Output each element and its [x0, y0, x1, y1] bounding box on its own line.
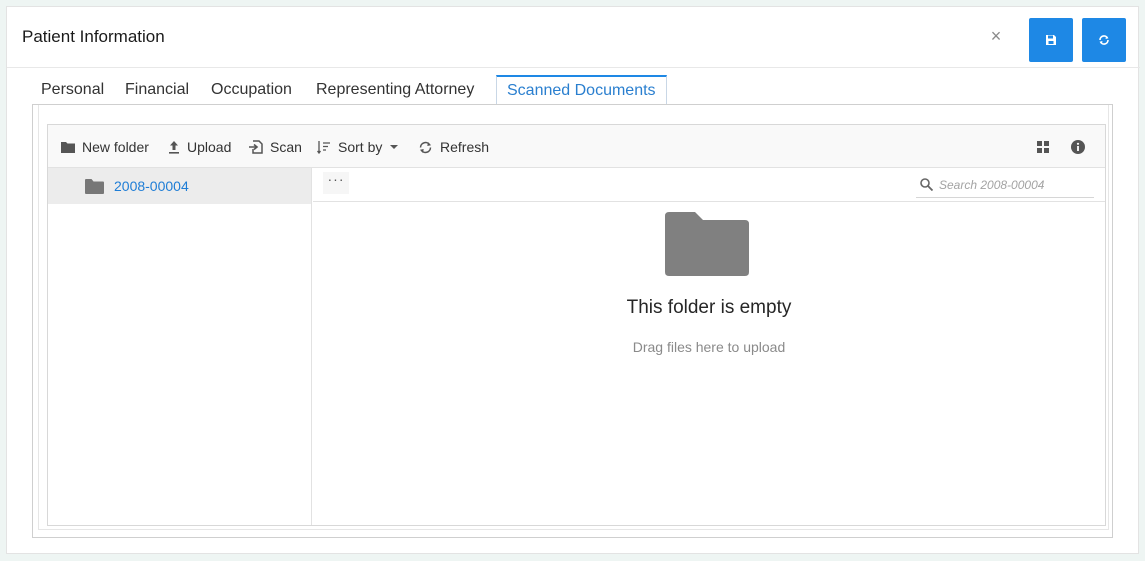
tab-scanned-documents[interactable]: Scanned Documents	[496, 75, 667, 105]
navigation-pane: 2008-00004	[48, 168, 312, 525]
upload-label: Upload	[187, 139, 232, 155]
search-input[interactable]	[939, 177, 1089, 192]
refresh-button[interactable]: Refresh	[418, 137, 489, 157]
search-box[interactable]	[916, 172, 1094, 198]
dialog-header: Patient Information ×	[7, 7, 1140, 68]
close-icon[interactable]: ×	[987, 27, 1005, 45]
view-toggle-button[interactable]	[1033, 137, 1053, 157]
breadcrumb-bar: ···	[313, 168, 1105, 202]
tab-occupation[interactable]: Occupation	[211, 75, 292, 105]
breadcrumb-more-button[interactable]: ···	[323, 172, 349, 194]
grid-view-icon	[1037, 141, 1049, 153]
file-manager: New folder Upload Scan Sort by Refresh 2…	[47, 124, 1106, 526]
sort-by-label: Sort by	[338, 139, 383, 155]
scan-label: Scan	[270, 139, 302, 155]
details-button[interactable]	[1068, 137, 1088, 157]
scan-button[interactable]: Scan	[249, 137, 302, 157]
upload-icon	[169, 141, 179, 154]
new-folder-label: New folder	[82, 139, 149, 155]
empty-folder-subtitle: Drag files here to upload	[632, 339, 786, 355]
empty-folder-icon	[665, 212, 749, 276]
patient-information-dialog: Patient Information × Personal Financial…	[6, 6, 1140, 554]
tab-representing-attorney[interactable]: Representing Attorney	[316, 75, 474, 105]
nav-folder-item[interactable]: 2008-00004	[48, 168, 311, 204]
file-manager-toolbar: New folder Upload Scan Sort by Refresh	[48, 125, 1105, 168]
scan-icon	[249, 140, 263, 154]
caret-down-icon	[390, 145, 399, 149]
folder-icon	[61, 142, 75, 153]
tab-personal[interactable]: Personal	[41, 75, 104, 105]
save-button[interactable]	[1029, 18, 1073, 62]
content-pane: ··· This folder is empty Drag files here…	[313, 168, 1105, 525]
sort-icon	[317, 141, 330, 154]
new-folder-button[interactable]: New folder	[61, 137, 149, 157]
refresh-label: Refresh	[440, 139, 490, 155]
dialog-title: Patient Information	[22, 27, 165, 46]
folder-icon	[85, 178, 104, 194]
floppy-disk-icon	[1046, 35, 1056, 45]
sort-by-button[interactable]: Sort by	[317, 137, 399, 157]
empty-folder-title: This folder is empty	[626, 297, 792, 318]
nav-folder-label: 2008-00004	[114, 178, 189, 194]
refresh-icon	[419, 141, 432, 153]
upload-button[interactable]: Upload	[168, 137, 231, 157]
search-icon	[920, 178, 933, 191]
sync-icon	[1099, 35, 1109, 45]
info-icon	[1071, 140, 1085, 154]
sync-button[interactable]	[1082, 18, 1126, 62]
tab-financial[interactable]: Financial	[125, 75, 189, 105]
